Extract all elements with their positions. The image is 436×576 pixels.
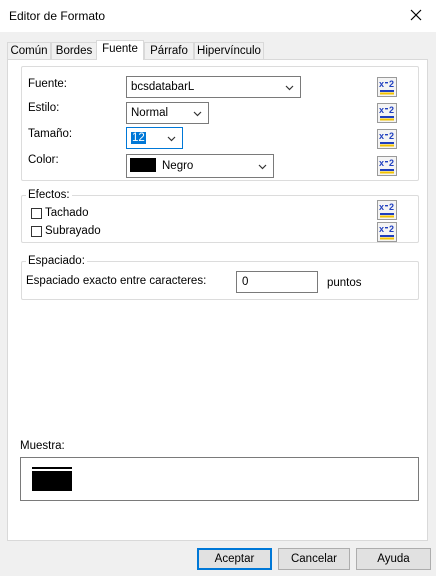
size-label: Tamaño: bbox=[28, 128, 73, 140]
svg-text:x: x bbox=[379, 158, 384, 168]
strikethrough-checkbox[interactable] bbox=[31, 208, 42, 219]
font-group: Fuente: bcsdatabarL x2 Estilo: Normal x2… bbox=[21, 66, 419, 181]
svg-text:2: 2 bbox=[389, 79, 394, 89]
style-label: Estilo: bbox=[28, 102, 60, 114]
spacing-legend: Espaciado: bbox=[26, 255, 87, 267]
x-2-formula-icon: x2 bbox=[377, 77, 397, 97]
tab-panel: Fuente: bcsdatabarL x2 Estilo: Normal x2… bbox=[7, 59, 428, 541]
svg-text:2: 2 bbox=[389, 158, 394, 168]
size-combo[interactable]: 12 bbox=[126, 127, 183, 149]
font-value: bcsdatabarL bbox=[131, 81, 195, 93]
underline-checkbox[interactable] bbox=[31, 226, 42, 237]
font-formula-button[interactable]: x2 bbox=[377, 77, 397, 97]
tab-parrafo[interactable]: Párrafo bbox=[144, 42, 194, 59]
cancel-button[interactable]: Cancelar bbox=[278, 548, 350, 570]
effects-legend: Efectos: bbox=[26, 189, 72, 201]
chevron-down-icon bbox=[285, 85, 294, 91]
spacing-label: Espaciado exacto entre caracteres: bbox=[26, 275, 207, 287]
color-swatch bbox=[130, 158, 156, 172]
svg-text:2: 2 bbox=[389, 224, 394, 234]
color-formula-button[interactable]: x2 bbox=[377, 156, 397, 176]
preview-box bbox=[20, 457, 419, 501]
svg-text:2: 2 bbox=[389, 202, 394, 212]
tab-hipervinculo[interactable]: Hipervínculo bbox=[194, 42, 264, 59]
x-2-formula-icon: x2 bbox=[377, 200, 397, 220]
effects-group: Efectos: Tachado Subrayado x2 x2 bbox=[21, 189, 419, 243]
chevron-down-icon bbox=[258, 164, 267, 170]
svg-text:2: 2 bbox=[389, 131, 394, 141]
style-combo[interactable]: Normal bbox=[126, 102, 209, 124]
x-2-formula-icon: x2 bbox=[377, 156, 397, 176]
size-value: 12 bbox=[131, 132, 146, 144]
size-formula-button[interactable]: x2 bbox=[377, 129, 397, 149]
close-icon bbox=[410, 9, 422, 21]
style-formula-button[interactable]: x2 bbox=[377, 103, 397, 123]
color-combo[interactable]: Negro bbox=[126, 154, 274, 178]
x-2-formula-icon: x2 bbox=[377, 129, 397, 149]
preview-overline bbox=[32, 467, 72, 469]
title-bar: Editor de Formato bbox=[0, 0, 436, 32]
ok-button[interactable]: Aceptar bbox=[197, 548, 272, 570]
tab-bordes[interactable]: Bordes bbox=[51, 42, 97, 59]
help-button[interactable]: Ayuda bbox=[356, 548, 431, 570]
font-label: Fuente: bbox=[28, 78, 67, 90]
window-title: Editor de Formato bbox=[9, 9, 106, 23]
svg-text:x: x bbox=[379, 202, 384, 212]
svg-text:x: x bbox=[379, 131, 384, 141]
svg-text:2: 2 bbox=[389, 105, 394, 115]
spacing-unit: puntos bbox=[327, 277, 362, 289]
spacing-input[interactable]: 0 bbox=[236, 271, 318, 293]
font-combo[interactable]: bcsdatabarL bbox=[126, 76, 301, 98]
x-2-formula-icon: x2 bbox=[377, 222, 397, 242]
preview-label: Muestra: bbox=[20, 440, 65, 452]
close-button[interactable] bbox=[406, 5, 426, 25]
chevron-down-icon bbox=[193, 111, 202, 117]
underline-label: Subrayado bbox=[45, 225, 101, 237]
tab-comun[interactable]: Común bbox=[7, 42, 51, 59]
color-label: Color: bbox=[28, 154, 59, 166]
preview-sample bbox=[32, 471, 72, 491]
underline-formula-button[interactable]: x2 bbox=[377, 222, 397, 242]
spacing-value: 0 bbox=[242, 276, 249, 288]
svg-text:x: x bbox=[379, 224, 384, 234]
strikethrough-label: Tachado bbox=[45, 207, 89, 219]
strikethrough-formula-button[interactable]: x2 bbox=[377, 200, 397, 220]
tab-fuente[interactable]: Fuente bbox=[96, 40, 144, 60]
spacing-group: Espaciado: Espaciado exacto entre caract… bbox=[21, 255, 419, 300]
svg-text:x: x bbox=[379, 79, 384, 89]
chevron-down-icon bbox=[167, 136, 176, 142]
svg-text:x: x bbox=[379, 105, 384, 115]
color-value: Negro bbox=[162, 160, 194, 172]
style-value: Normal bbox=[131, 107, 169, 119]
x-2-formula-icon: x2 bbox=[377, 103, 397, 123]
